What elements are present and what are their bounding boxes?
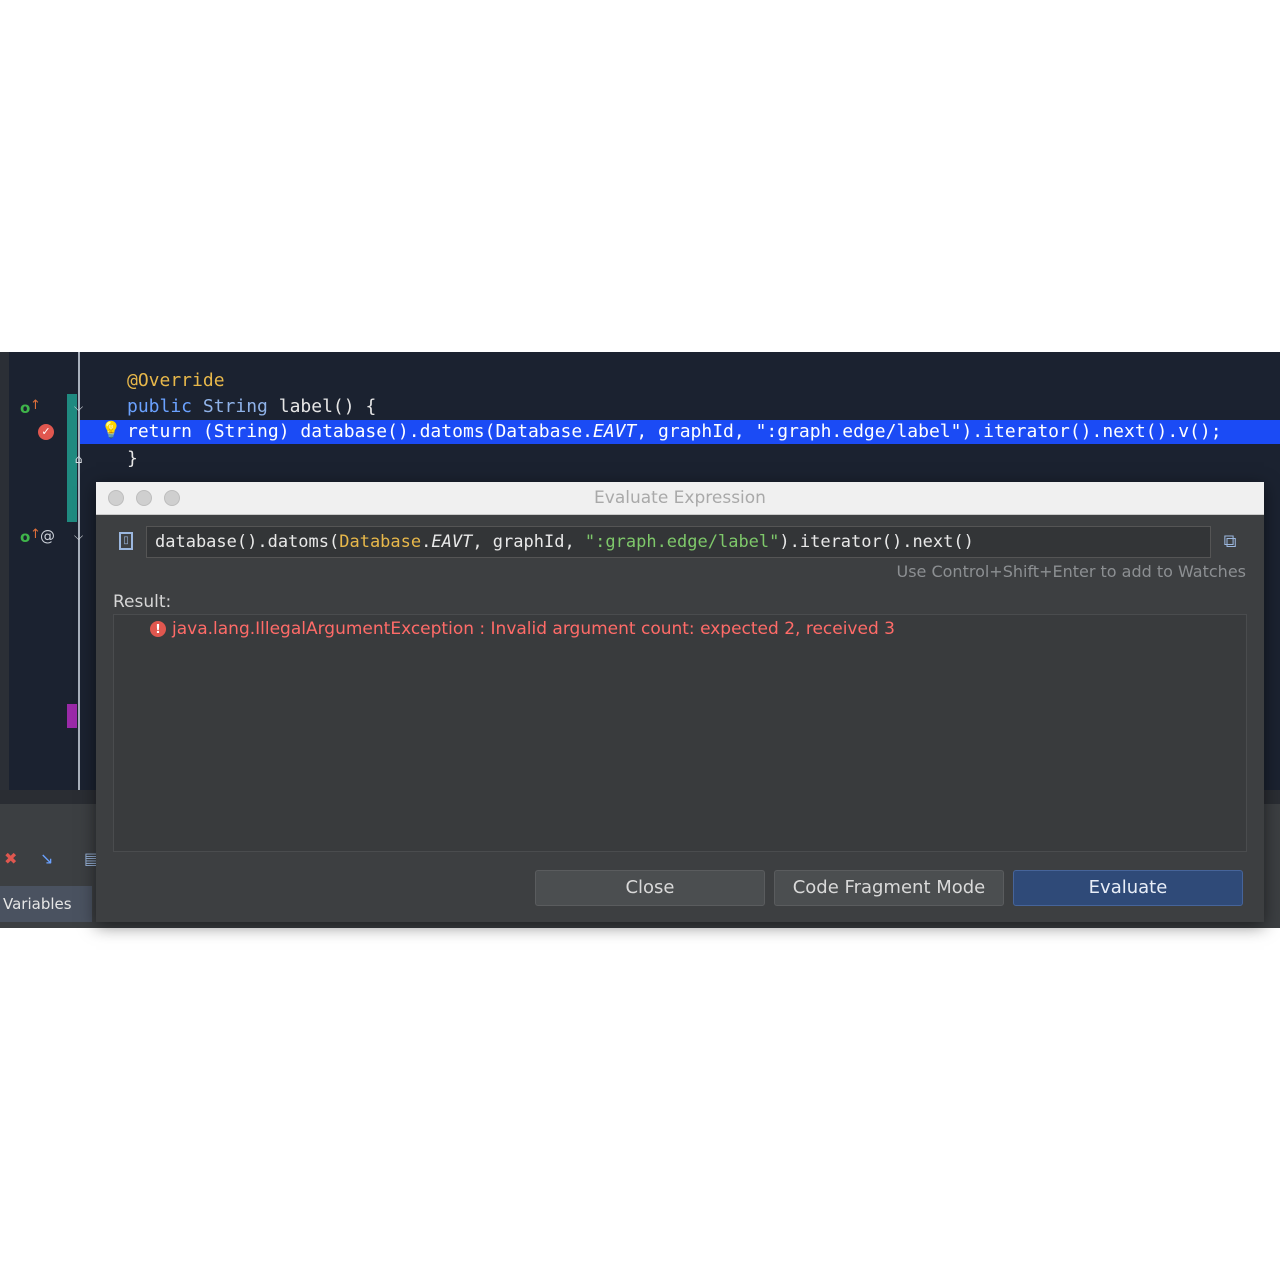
evaluate-expression-dialog: Evaluate Expression ▯ database().datoms(… [96, 482, 1264, 922]
return-field: EAVT [593, 421, 637, 442]
up-arrow-icon[interactable]: ↑ [30, 398, 41, 414]
expr-string: ":graph.edge/label" [584, 532, 780, 552]
fold-icon-3[interactable]: ⌵ [72, 529, 85, 543]
step-into-icon[interactable]: ↘ [40, 849, 53, 868]
add-to-watches-icon[interactable]: ⧉ [1218, 530, 1242, 554]
override-icon-2[interactable]: o [20, 529, 30, 545]
expr-class: Database [339, 532, 422, 552]
expr-mid: , graphId, [472, 532, 585, 552]
code-line-closing: } [127, 448, 138, 469]
breakpoint-icon[interactable]: ✓ [38, 424, 54, 440]
lightbulb-icon[interactable]: 💡 [101, 420, 121, 439]
result-label: Result: [113, 592, 172, 612]
expr-dot: . [421, 532, 432, 552]
code-line-method: public String label() { [127, 395, 376, 419]
dialog-title: Evaluate Expression [594, 488, 766, 508]
return-post: , graphId, ":graph.edge/label").iterator… [636, 421, 1222, 442]
close-button[interactable]: Close [535, 870, 765, 906]
result-panel[interactable]: ! java.lang.IllegalArgumentException : I… [113, 614, 1247, 852]
evaluate-button[interactable]: Evaluate [1013, 870, 1243, 906]
stop-icon[interactable]: ✖ [4, 849, 17, 868]
gutter-line [78, 352, 80, 792]
dialog-titlebar: Evaluate Expression [96, 482, 1264, 515]
fold-icon-2[interactable]: ⌂ [72, 452, 85, 466]
code-line-annotation: @Override [127, 370, 225, 391]
at-icon[interactable]: @ [40, 528, 55, 544]
fold-icon[interactable]: ⌵ [72, 400, 85, 414]
current-execution-line[interactable]: return (String) database().datoms(Databa… [80, 420, 1280, 444]
keyword-public: public [127, 396, 193, 417]
expression-file-icon: ▯ [119, 532, 133, 550]
error-message: java.lang.IllegalArgumentException : Inv… [172, 619, 895, 639]
variables-tab[interactable]: Variables [0, 886, 92, 922]
change-marker-bar-2 [67, 704, 77, 728]
error-icon: ! [150, 621, 166, 637]
code-line-return: return (String) database().datoms(Databa… [127, 420, 1222, 444]
expr-post: ).iterator().next() [779, 532, 974, 552]
return-pre: return (String) database().datoms(Databa… [127, 421, 593, 442]
expr-pre: database().datoms( [155, 532, 340, 552]
type-string: String [202, 396, 268, 417]
expression-input[interactable]: database().datoms(Database.EAVT, graphId… [146, 526, 1211, 558]
method-rest: label() { [267, 396, 377, 417]
override-icon[interactable]: o [20, 400, 30, 416]
editor-left-edge [0, 352, 9, 807]
watches-hint: Use Control+Shift+Enter to add to Watche… [896, 562, 1246, 581]
expr-field: EAVT [431, 532, 473, 552]
code-fragment-mode-button[interactable]: Code Fragment Mode [774, 870, 1004, 906]
